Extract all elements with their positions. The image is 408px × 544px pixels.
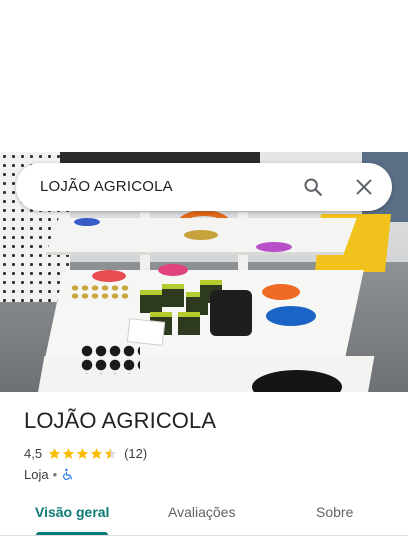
photo-small-parts [70, 284, 130, 300]
rating-row[interactable]: 4,5 (12) [24, 444, 147, 462]
place-tabs: Visão geral Avaliações Sobre [0, 494, 408, 536]
photo-product-box [162, 284, 184, 307]
search-bar[interactable]: LOJÃO AGRICOLA [16, 163, 392, 211]
photo-motor [210, 290, 252, 336]
photo-red-disc [92, 270, 126, 282]
search-query[interactable]: LOJÃO AGRICOLA [40, 178, 173, 195]
photo-pink-disc [158, 264, 188, 276]
rating-value: 4,5 [24, 445, 43, 461]
photo-product-box [178, 312, 200, 335]
photo-gold-part [184, 230, 218, 240]
photo-dark-parts [80, 344, 140, 374]
photo-blue-disc [266, 306, 316, 326]
star-icon [48, 447, 61, 459]
place-title: LOJÃO AGRICOLA [24, 408, 217, 433]
separator-dot: • [52, 466, 58, 482]
photo-purple-disc [256, 242, 292, 252]
category-row: Loja • [24, 465, 74, 483]
tab-sobre[interactable]: Sobre [316, 504, 353, 520]
star-icon [90, 447, 103, 459]
star-icon [76, 447, 89, 459]
star-half-icon [104, 447, 117, 459]
tab-visao-geral[interactable]: Visão geral [35, 504, 109, 520]
photo-product-box [140, 290, 162, 313]
review-count[interactable]: (12) [124, 446, 147, 461]
tab-avaliacoes[interactable]: Avaliações [168, 504, 235, 520]
star-icon [62, 447, 75, 459]
tabs-divider [0, 535, 408, 536]
close-icon[interactable] [353, 176, 375, 198]
wheelchair-icon [63, 468, 73, 480]
photo-blue-part [74, 218, 100, 226]
photo-shelf-sign [126, 318, 166, 346]
search-icon[interactable] [302, 176, 324, 198]
place-category: Loja [24, 466, 49, 482]
top-blank-area [0, 0, 408, 152]
rating-stars [48, 447, 118, 460]
photo-orange-disc [262, 284, 300, 300]
